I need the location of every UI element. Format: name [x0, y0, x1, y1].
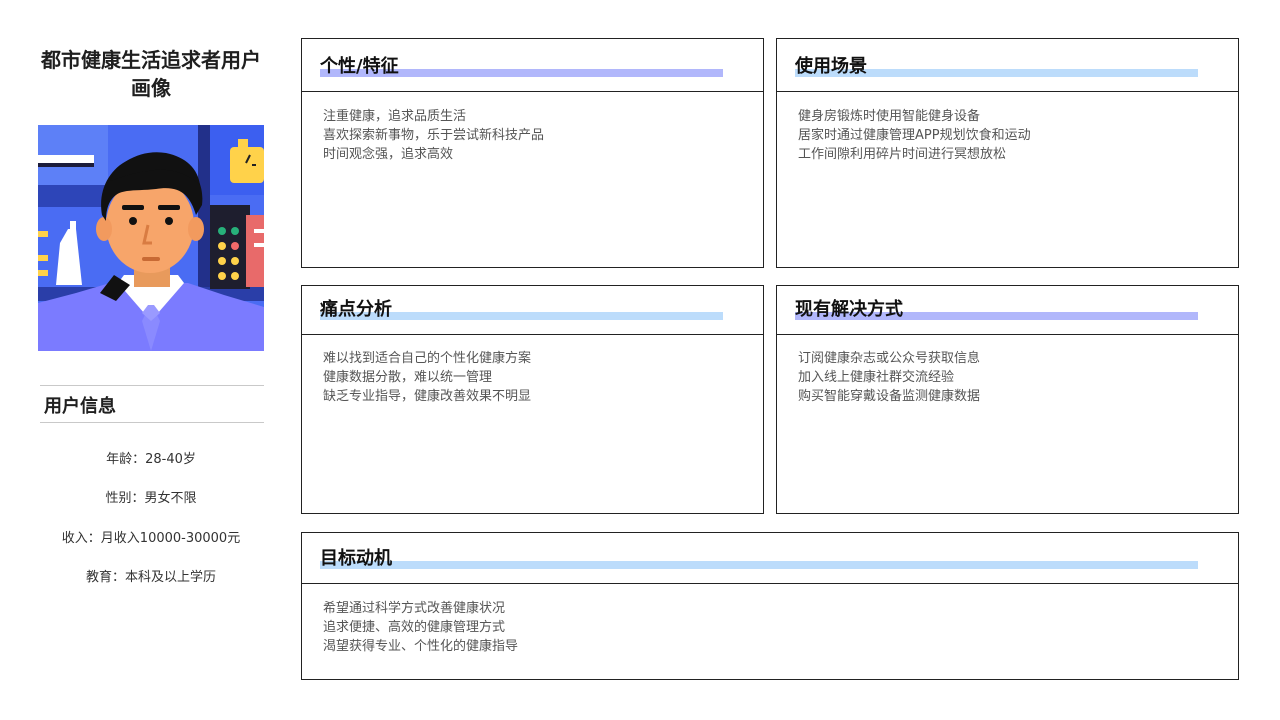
- card-header: 个性/特征: [302, 39, 763, 92]
- card-title: 目标动机: [320, 548, 392, 569]
- card-header: 使用场景: [777, 39, 1238, 92]
- card-solutions: 现有解决方式 订阅健康杂志或公众号获取信息 加入线上健康社群交流经验 购买智能穿…: [776, 285, 1239, 514]
- card-scenarios: 使用场景 健身房锻炼时使用智能健身设备 居家时通过健康管理APP规划饮食和运动 …: [776, 38, 1239, 268]
- card-body: 希望通过科学方式改善健康状况 追求便捷、高效的健康管理方式 渴望获得专业、个性化…: [323, 599, 1226, 656]
- card-motivation: 目标动机 希望通过科学方式改善健康状况 追求便捷、高效的健康管理方式 渴望获得专…: [301, 532, 1239, 680]
- info-education: 教育：本科及以上学历: [85, 570, 216, 585]
- list-item: 时间观念强，追求高效: [323, 147, 454, 162]
- list-item: 追求便捷、高效的健康管理方式: [323, 620, 506, 635]
- info-age: 年龄：28-40岁: [106, 452, 196, 467]
- list-item: 加入线上健康社群交流经验: [798, 370, 955, 385]
- list-item: 健身房锻炼时使用智能健身设备: [798, 109, 981, 124]
- user-info-heading: 用户信息: [44, 396, 116, 417]
- persona-page: 都市健康生活追求者用户画像 用户信息 年龄：28-40岁 性别：男女不限 收入：…: [0, 0, 1280, 720]
- user-avatar-illustration: [38, 125, 264, 351]
- card-pain-points: 痛点分析 难以找到适合自己的个性化健康方案 健康数据分散，难以统一管理 缺乏专业…: [301, 285, 764, 514]
- info-gender: 性别：男女不限: [105, 491, 197, 506]
- title-highlight-bar: [320, 561, 1198, 569]
- card-body: 健身房锻炼时使用智能健身设备 居家时通过健康管理APP规划饮食和运动 工作间隙利…: [798, 107, 1226, 164]
- page-title: 都市健康生活追求者用户画像: [41, 48, 261, 100]
- card-title: 个性/特征: [320, 56, 399, 77]
- card-header: 目标动机: [302, 533, 1238, 584]
- card-body: 注重健康，追求品质生活 喜欢探索新事物，乐于尝试新科技产品 时间观念强，追求高效: [323, 107, 751, 164]
- list-item: 健康数据分散，难以统一管理: [323, 370, 493, 385]
- left-column: 都市健康生活追求者用户画像 用户信息 年龄：28-40岁 性别：男女不限 收入：…: [38, 38, 264, 585]
- info-income: 收入：月收入10000-30000元: [61, 531, 241, 546]
- list-item: 缺乏专业指导，健康改善效果不明显: [323, 389, 532, 404]
- list-item: 注重健康，追求品质生活: [323, 109, 467, 124]
- list-item: 难以找到适合自己的个性化健康方案: [323, 351, 532, 366]
- card-header: 现有解决方式: [777, 286, 1238, 335]
- card-title: 使用场景: [795, 56, 867, 77]
- list-item: 订阅健康杂志或公众号获取信息: [798, 351, 981, 366]
- card-traits: 个性/特征 注重健康，追求品质生活 喜欢探索新事物，乐于尝试新科技产品 时间观念…: [301, 38, 764, 268]
- user-info-header: 用户信息: [40, 385, 264, 423]
- card-body: 难以找到适合自己的个性化健康方案 健康数据分散，难以统一管理 缺乏专业指导，健康…: [323, 349, 751, 406]
- list-item: 渴望获得专业、个性化的健康指导: [323, 639, 519, 654]
- list-item: 希望通过科学方式改善健康状况: [323, 601, 506, 616]
- card-header: 痛点分析: [302, 286, 763, 335]
- card-title: 痛点分析: [320, 299, 392, 320]
- list-item: 喜欢探索新事物，乐于尝试新科技产品: [323, 128, 545, 143]
- card-title: 现有解决方式: [795, 299, 903, 320]
- list-item: 居家时通过健康管理APP规划饮食和运动: [798, 128, 1031, 143]
- card-body: 订阅健康杂志或公众号获取信息 加入线上健康社群交流经验 购买智能穿戴设备监测健康…: [798, 349, 1226, 406]
- list-item: 工作间隙利用碎片时间进行冥想放松: [798, 147, 1007, 162]
- list-item: 购买智能穿戴设备监测健康数据: [798, 389, 981, 404]
